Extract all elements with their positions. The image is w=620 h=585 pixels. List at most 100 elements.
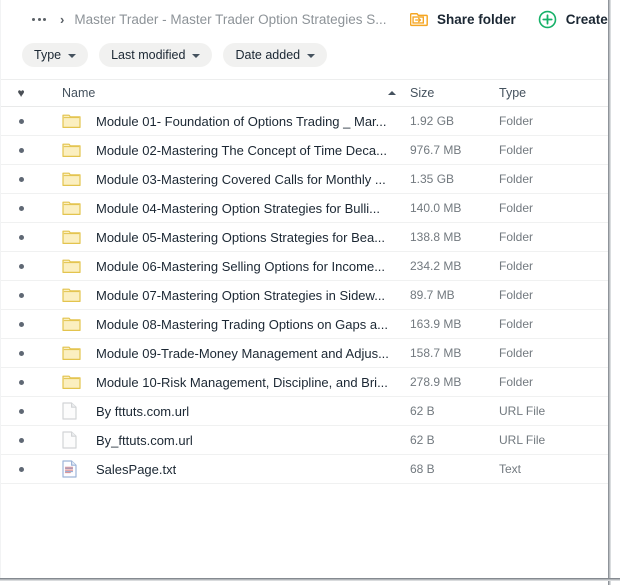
row-name-cell[interactable]: Module 05-Mastering Options Strategies f… — [62, 229, 410, 245]
bullet-marker-icon — [18, 118, 24, 124]
row-type-cell: Folder — [499, 112, 599, 130]
bullet-marker-icon — [18, 350, 24, 356]
type-column-header[interactable]: Type — [499, 84, 599, 102]
row-name-cell[interactable]: Module 01- Foundation of Options Trading… — [62, 113, 410, 129]
url-file-icon — [62, 431, 77, 449]
row-name-label[interactable]: Module 08-Mastering Trading Options on G… — [96, 317, 388, 332]
row-size-cell: 89.7 MB — [410, 286, 499, 304]
row-size-cell: 278.9 MB — [410, 373, 499, 391]
table-row[interactable]: Module 06-Mastering Selling Options for … — [0, 252, 608, 281]
row-marker-cell[interactable] — [0, 321, 62, 327]
row-name-cell[interactable]: Module 08-Mastering Trading Options on G… — [62, 316, 410, 332]
share-folder-button[interactable]: Share folder — [410, 10, 516, 28]
folder-icon-wrapper — [62, 229, 84, 245]
table-row[interactable]: SalesPage.txt 68 B Text — [0, 455, 608, 484]
row-size-cell: 976.7 MB — [410, 141, 499, 159]
row-name-cell[interactable]: Module 07-Mastering Option Strategies in… — [62, 287, 410, 303]
row-name-label[interactable]: Module 04-Mastering Option Strategies fo… — [96, 201, 380, 216]
table-row[interactable]: Module 01- Foundation of Options Trading… — [0, 107, 608, 136]
folder-icon — [62, 375, 81, 389]
row-type-cell: Folder — [499, 228, 599, 246]
table-row[interactable]: By fttuts.com.url 62 B URL File — [0, 397, 608, 426]
table-row[interactable]: Module 07-Mastering Option Strategies in… — [0, 281, 608, 310]
window-right-edge — [608, 0, 611, 585]
filter-chips-bar: Type Last modified Date added — [0, 38, 608, 72]
favorite-column-header[interactable]: ♥ — [0, 87, 62, 99]
row-size-label: 89.7 MB — [410, 288, 455, 302]
filter-chip-type[interactable]: Type — [22, 43, 89, 67]
row-type-cell: Folder — [499, 344, 599, 362]
filter-chip-last-modified[interactable]: Last modified — [99, 43, 213, 67]
row-name-label[interactable]: Module 01- Foundation of Options Trading… — [96, 114, 387, 129]
plus-circle-icon — [538, 10, 557, 28]
row-name-label[interactable]: Module 06-Mastering Selling Options for … — [96, 259, 385, 274]
row-marker-cell[interactable] — [0, 350, 62, 356]
chevron-down-icon — [307, 53, 316, 58]
create-folder-button[interactable]: Create fol — [538, 10, 608, 29]
row-marker-cell[interactable] — [0, 176, 62, 182]
row-name-cell[interactable]: By fttuts.com.url — [62, 402, 410, 420]
window-content: › Master Trader - Master Trader Option S… — [0, 0, 608, 578]
row-name-label[interactable]: By fttuts.com.url — [96, 404, 189, 419]
folder-icon-wrapper — [62, 374, 84, 390]
row-type-cell: Folder — [499, 257, 599, 275]
row-name-cell[interactable]: Module 10-Risk Management, Discipline, a… — [62, 374, 410, 390]
row-name-cell[interactable]: Module 06-Mastering Selling Options for … — [62, 258, 410, 274]
name-column-header[interactable]: Name — [62, 86, 410, 100]
row-size-cell: 62 B — [410, 431, 499, 449]
row-marker-cell[interactable] — [0, 234, 62, 240]
row-marker-cell[interactable] — [0, 118, 62, 124]
folder-icon — [62, 317, 81, 331]
create-folder-label: Create fol — [565, 11, 608, 27]
bullet-marker-icon — [18, 205, 24, 211]
row-name-label[interactable]: Module 07-Mastering Option Strategies in… — [96, 288, 385, 303]
breadcrumb-separator-icon: › — [60, 11, 65, 27]
row-marker-cell[interactable] — [0, 263, 62, 269]
row-type-cell: Text — [499, 460, 599, 478]
row-name-label[interactable]: Module 09-Trade-Money Management and Adj… — [96, 346, 389, 361]
row-name-cell[interactable]: Module 02-Mastering The Concept of Time … — [62, 142, 410, 158]
table-row[interactable]: Module 08-Mastering Trading Options on G… — [0, 310, 608, 339]
row-name-label[interactable]: Module 02-Mastering The Concept of Time … — [96, 143, 387, 158]
table-row[interactable]: Module 04-Mastering Option Strategies fo… — [0, 194, 608, 223]
row-size-label: 138.8 MB — [410, 230, 462, 244]
folder-icon-wrapper — [62, 142, 84, 158]
row-name-label[interactable]: Module 10-Risk Management, Discipline, a… — [96, 375, 388, 390]
row-name-label[interactable]: By_fttuts.com.url — [96, 433, 193, 448]
row-marker-cell[interactable] — [0, 147, 62, 153]
row-name-cell[interactable]: SalesPage.txt — [62, 460, 410, 478]
row-marker-cell[interactable] — [0, 466, 62, 472]
table-row[interactable]: Module 02-Mastering The Concept of Time … — [0, 136, 608, 165]
row-name-label[interactable]: Module 03-Mastering Covered Calls for Mo… — [96, 172, 386, 187]
table-row[interactable]: By_fttuts.com.url 62 B URL File — [0, 426, 608, 455]
folder-icon-wrapper — [62, 345, 84, 361]
folder-icon-wrapper — [62, 287, 84, 303]
row-marker-cell[interactable] — [0, 292, 62, 298]
row-marker-cell[interactable] — [0, 437, 62, 443]
row-marker-cell[interactable] — [0, 379, 62, 385]
row-type-label: Folder — [499, 114, 534, 128]
row-name-cell[interactable]: By_fttuts.com.url — [62, 431, 410, 449]
filter-chip-date-added[interactable]: Date added — [223, 43, 328, 67]
row-type-label: Folder — [499, 201, 534, 215]
row-name-label[interactable]: Module 05-Mastering Options Strategies f… — [96, 230, 385, 245]
table-row[interactable]: Module 03-Mastering Covered Calls for Mo… — [0, 165, 608, 194]
row-name-cell[interactable]: Module 03-Mastering Covered Calls for Mo… — [62, 171, 410, 187]
row-name-cell[interactable]: Module 09-Trade-Money Management and Adj… — [62, 345, 410, 361]
filter-chip-last-modified-label: Last modified — [111, 48, 186, 62]
folder-icon — [62, 172, 81, 186]
folder-icon — [62, 114, 81, 128]
breadcrumb-overflow-icon[interactable] — [30, 14, 48, 25]
table-row[interactable]: Module 10-Risk Management, Discipline, a… — [0, 368, 608, 397]
table-row[interactable]: Module 05-Mastering Options Strategies f… — [0, 223, 608, 252]
row-marker-cell[interactable] — [0, 408, 62, 414]
breadcrumb-current-folder[interactable]: Master Trader - Master Trader Option Str… — [74, 12, 386, 27]
bullet-marker-icon — [18, 321, 24, 327]
bullet-marker-icon — [18, 292, 24, 298]
row-name-label[interactable]: SalesPage.txt — [96, 462, 176, 477]
row-marker-cell[interactable] — [0, 205, 62, 211]
size-column-header[interactable]: Size — [410, 84, 499, 102]
table-row[interactable]: Module 09-Trade-Money Management and Adj… — [0, 339, 608, 368]
row-name-cell[interactable]: Module 04-Mastering Option Strategies fo… — [62, 200, 410, 216]
size-column-label: Size — [410, 86, 435, 100]
